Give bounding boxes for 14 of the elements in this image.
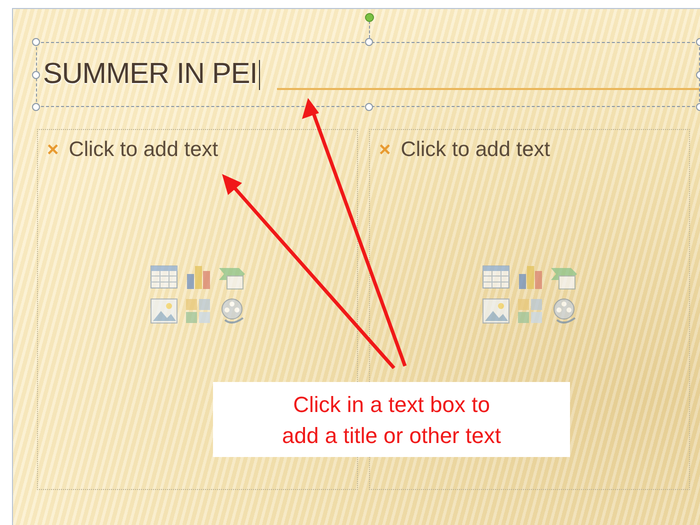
resize-handle[interactable] <box>365 103 373 111</box>
resize-handle[interactable] <box>32 71 40 79</box>
picture-icon[interactable] <box>148 296 178 326</box>
resize-handle[interactable] <box>32 103 40 111</box>
slide-title: SUMMER IN PEI <box>43 58 258 91</box>
resize-handle[interactable] <box>365 38 373 46</box>
rotation-handle[interactable] <box>365 13 374 22</box>
picture-icon[interactable] <box>480 296 510 326</box>
placeholder-prompt: Click to add text <box>68 138 218 162</box>
bullet: × <box>47 138 59 162</box>
resize-handle[interactable] <box>32 38 40 46</box>
text-cursor <box>259 60 260 90</box>
bullet: × <box>379 138 391 162</box>
placeholder-prompt: Click to add text <box>400 138 550 162</box>
